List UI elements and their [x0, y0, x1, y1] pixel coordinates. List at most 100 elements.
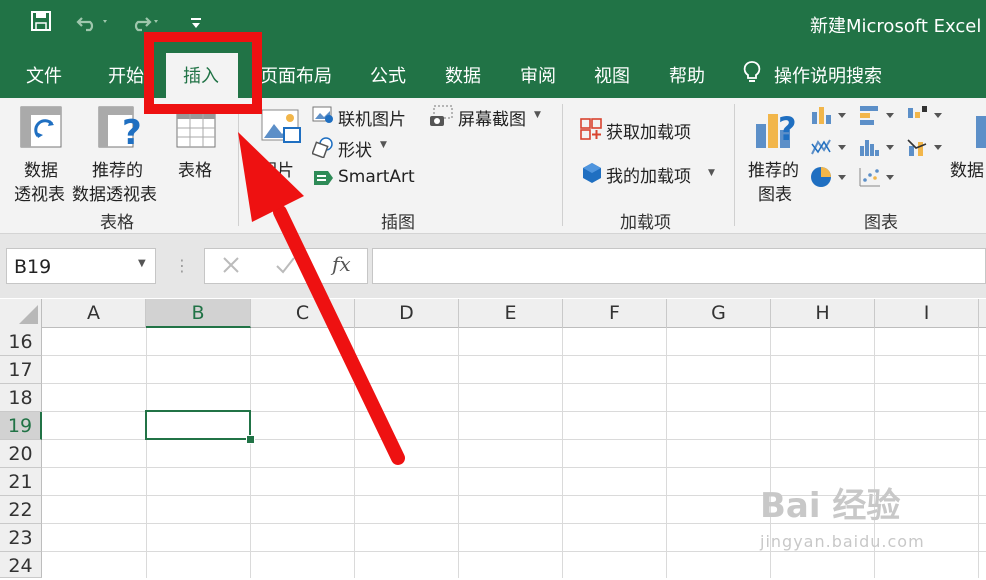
group-label-addins: 加载项	[620, 213, 671, 233]
enter-icon[interactable]	[274, 254, 296, 280]
recommended-charts-label-2[interactable]: 图表	[758, 180, 792, 205]
online-pictures-label[interactable]: 联机图片	[338, 105, 406, 130]
tab-view[interactable]: 视图	[594, 62, 630, 88]
pictures-label[interactable]: 图片	[260, 156, 294, 181]
table-label[interactable]: 表格	[178, 156, 212, 181]
column-header-i[interactable]: I	[875, 299, 979, 328]
annotation-highlight-box	[144, 32, 262, 114]
undo-icon[interactable]	[76, 10, 110, 37]
shapes-dropdown-icon[interactable]: ▼	[380, 140, 387, 150]
get-addins-label[interactable]: 获取加载项	[606, 118, 691, 143]
gridline	[250, 328, 251, 578]
online-pictures-icon	[312, 104, 334, 128]
insert-function-icon[interactable]: fx	[332, 252, 351, 276]
column-header-b[interactable]: B	[146, 299, 251, 328]
formula-input[interactable]	[372, 248, 986, 284]
recommended-charts-icon: ?	[754, 104, 800, 154]
svg-text:?: ?	[122, 113, 142, 148]
group-separator	[734, 104, 735, 226]
cancel-icon[interactable]	[220, 254, 242, 280]
recommended-pivot-label-1[interactable]: 推荐的	[92, 156, 143, 181]
gridline	[42, 467, 986, 468]
row-header-18[interactable]: 18	[0, 384, 42, 412]
pivot-table-icon	[20, 106, 62, 152]
combo-chart-icon[interactable]	[906, 136, 946, 162]
column-header-f[interactable]: F	[563, 299, 667, 328]
gridline	[666, 328, 667, 578]
watermark-logo: Bai 经验	[760, 486, 901, 526]
waterfall-chart-icon[interactable]	[906, 104, 946, 130]
column-chart-icon[interactable]	[810, 104, 850, 130]
gridline	[42, 551, 986, 552]
line-chart-icon[interactable]	[810, 136, 850, 162]
gridline	[354, 328, 355, 578]
bar-chart-icon[interactable]	[858, 104, 898, 130]
group-separator	[238, 104, 239, 226]
group-label-illustrations: 插图	[381, 213, 415, 233]
gridline	[42, 355, 986, 356]
drag-handle-icon[interactable]: ⋮	[174, 256, 190, 275]
shapes-label[interactable]: 形状	[338, 136, 372, 161]
lightbulb-icon	[742, 60, 762, 89]
my-addins-icon	[582, 162, 602, 188]
fill-handle[interactable]	[246, 435, 255, 444]
column-header-e[interactable]: E	[459, 299, 563, 328]
column-header-a[interactable]: A	[42, 299, 146, 328]
group-label-tables: 表格	[100, 213, 134, 233]
watermark-url: jingyan.baidu.com	[760, 532, 925, 551]
gridline	[978, 328, 979, 578]
gridline	[42, 383, 986, 384]
pie-chart-icon[interactable]	[810, 166, 850, 192]
my-addins-label[interactable]: 我的加载项	[606, 162, 691, 187]
active-cell-b19[interactable]	[145, 410, 251, 440]
tab-data[interactable]: 数据	[445, 62, 481, 88]
my-addins-dropdown-icon[interactable]: ▼	[708, 168, 715, 178]
screenshot-dropdown-icon[interactable]: ▼	[534, 110, 541, 120]
shapes-icon	[311, 136, 334, 162]
row-header-21[interactable]: 21	[0, 468, 42, 496]
pivot-table-label-2[interactable]: 透视表	[14, 180, 65, 205]
tab-home[interactable]: 开始	[108, 62, 144, 88]
select-all-button[interactable]	[0, 299, 42, 328]
tab-file[interactable]: 文件	[26, 62, 62, 88]
tell-me-search[interactable]: 操作说明搜索	[774, 62, 882, 88]
name-box-dropdown-icon[interactable]: ▼	[138, 258, 146, 269]
group-label-charts: 图表	[864, 213, 898, 233]
row-header-22[interactable]: 22	[0, 496, 42, 524]
pivot-chart-label[interactable]: 数据	[950, 156, 984, 181]
column-header-h[interactable]: H	[771, 299, 875, 328]
column-header-g[interactable]: G	[667, 299, 771, 328]
smartart-icon	[312, 168, 336, 192]
tab-help[interactable]: 帮助	[669, 62, 705, 88]
pivot-chart-icon	[974, 116, 986, 152]
row-header-23[interactable]: 23	[0, 524, 42, 552]
gridline	[146, 328, 147, 578]
row-header-20[interactable]: 20	[0, 440, 42, 468]
tab-formulas[interactable]: 公式	[370, 62, 406, 88]
screenshot-label[interactable]: 屏幕截图	[458, 105, 526, 130]
tab-review[interactable]: 审阅	[520, 62, 556, 88]
svg-text:?: ?	[778, 110, 797, 148]
smartart-label[interactable]: SmartArt	[338, 167, 415, 187]
pivot-table-label-1[interactable]: 数据	[24, 156, 58, 181]
tab-page-layout[interactable]: 页面布局	[260, 62, 332, 88]
screenshot-icon	[430, 104, 454, 132]
group-separator	[562, 104, 563, 226]
recommended-charts-label-1[interactable]: 推荐的	[748, 156, 799, 181]
name-box-value: B19	[14, 256, 52, 278]
recommended-pivot-icon: ?	[98, 106, 144, 153]
row-header-17[interactable]: 17	[0, 356, 42, 384]
column-header-c[interactable]: C	[251, 299, 355, 328]
window-title: 新建Microsoft Excel 工	[810, 16, 986, 37]
get-addins-icon	[580, 118, 602, 144]
save-icon[interactable]	[30, 10, 52, 37]
pictures-icon	[258, 106, 302, 152]
scatter-chart-icon[interactable]	[858, 166, 898, 192]
statistic-chart-icon[interactable]	[858, 136, 898, 162]
table-icon	[176, 110, 216, 152]
row-header-24[interactable]: 24	[0, 552, 42, 578]
row-header-19[interactable]: 19	[0, 412, 42, 440]
recommended-pivot-label-2[interactable]: 数据透视表	[72, 180, 157, 205]
column-header-d[interactable]: D	[355, 299, 459, 328]
row-header-16[interactable]: 16	[0, 328, 42, 356]
